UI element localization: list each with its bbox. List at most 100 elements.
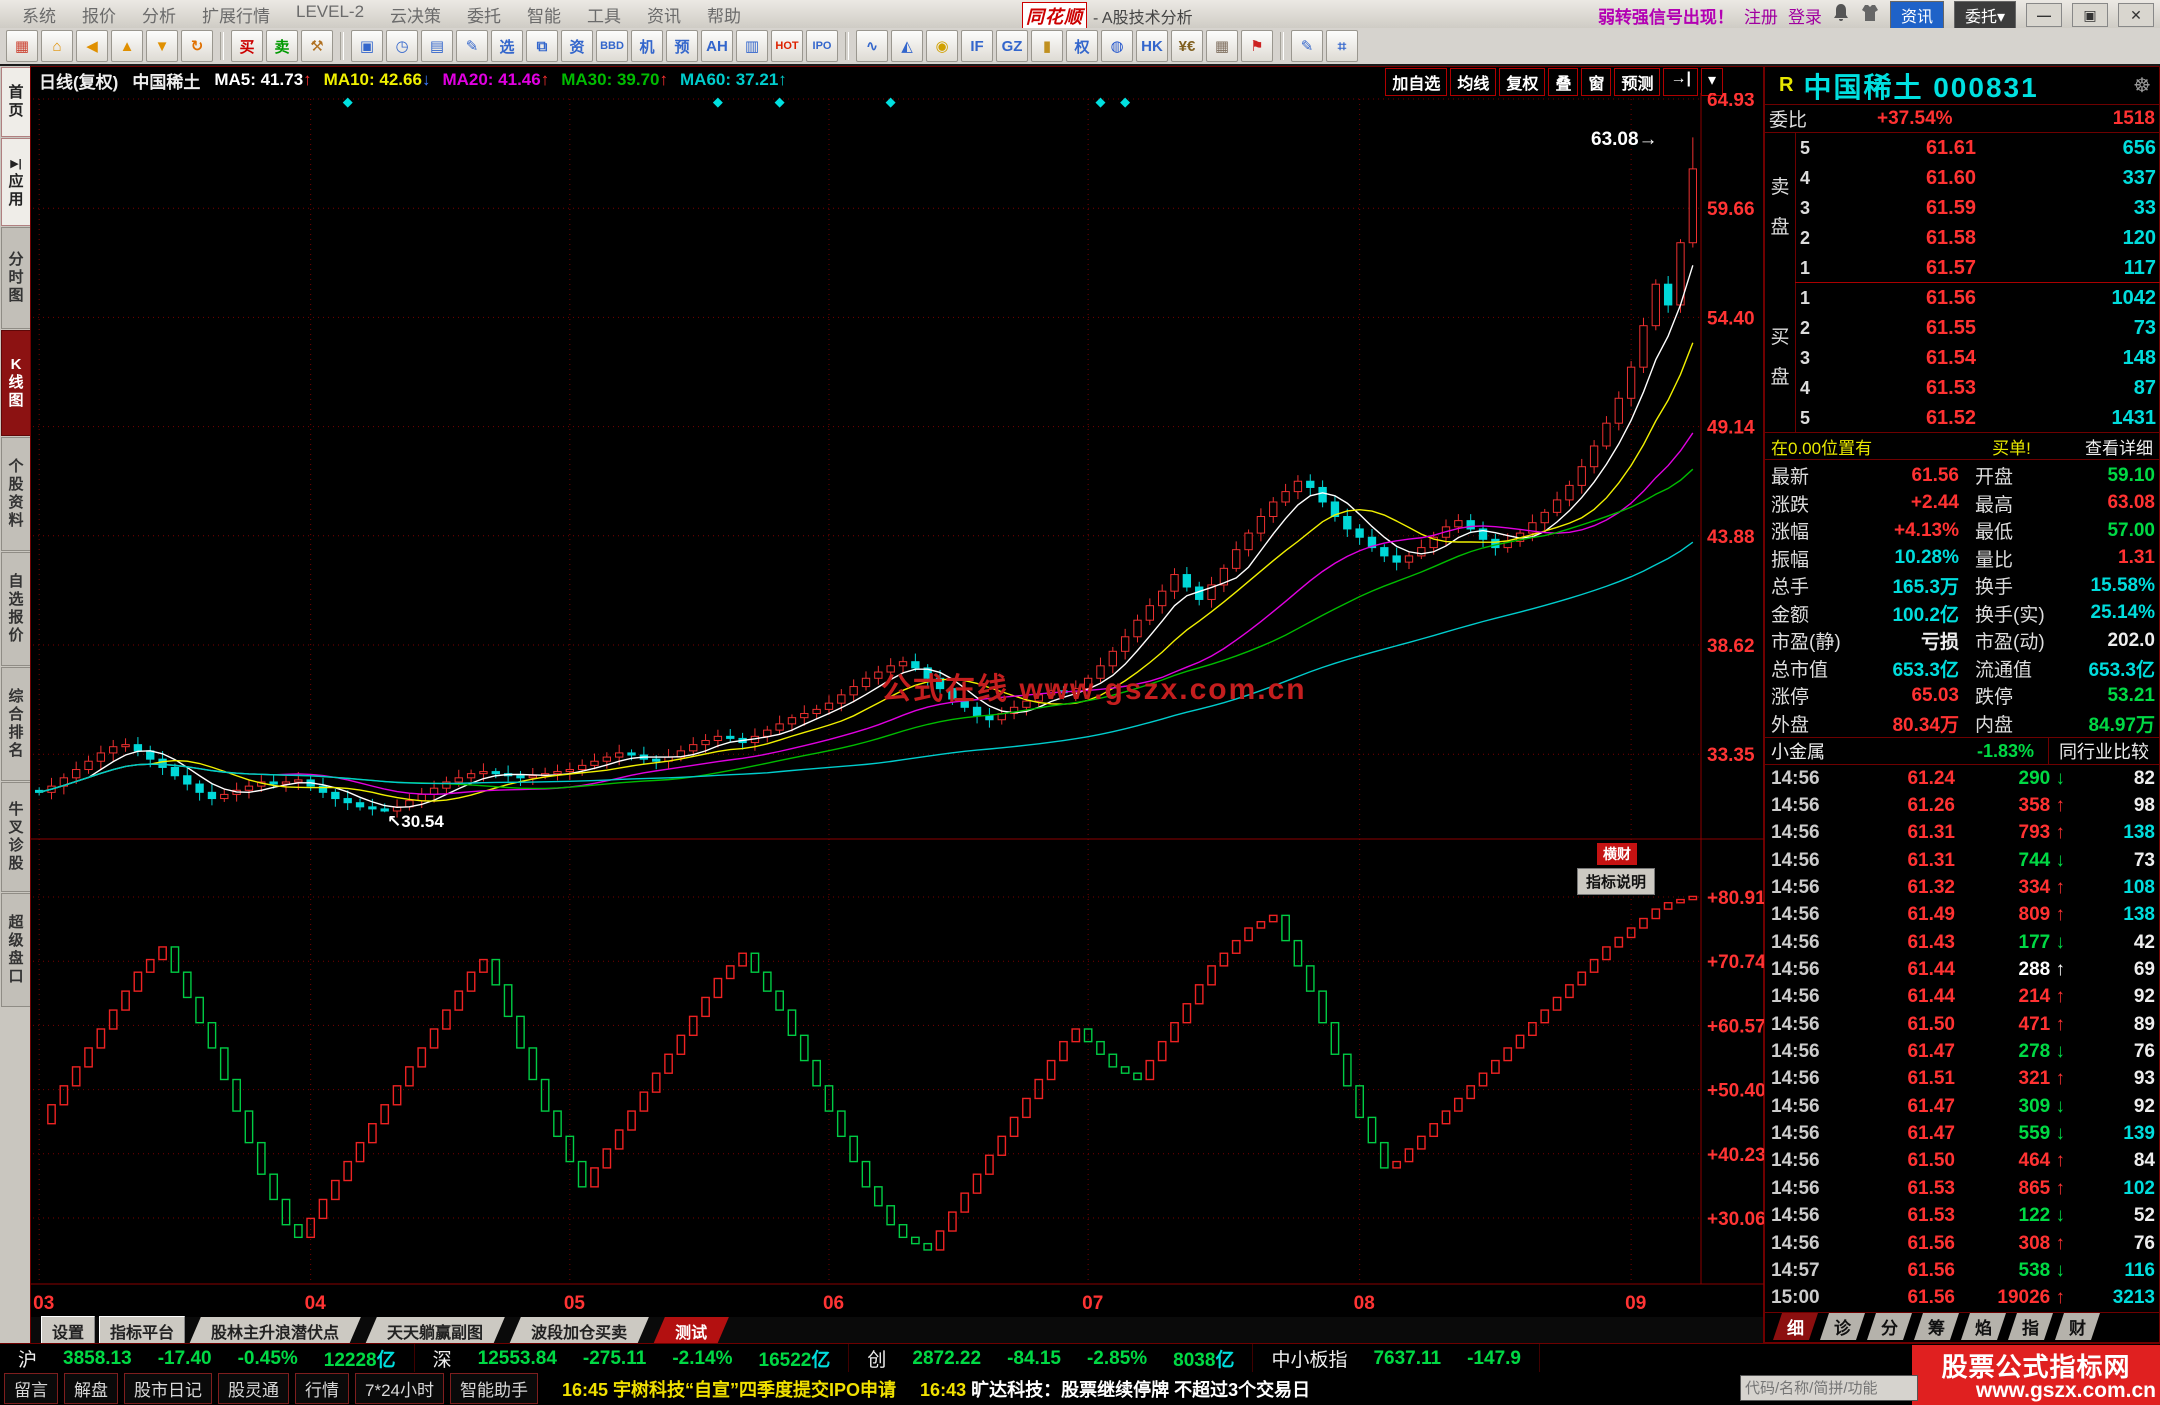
- bbd-icon[interactable]: BBD: [596, 30, 628, 62]
- buy-row[interactable]: 2 61.55 73: [1796, 313, 2160, 343]
- calculator-icon[interactable]: ⌗: [1326, 30, 1358, 62]
- sidebar-item-K线图[interactable]: K线图: [1, 330, 31, 436]
- news-item[interactable]: 16:43 旷达科技：股票继续停牌 不超过3个交易日: [920, 1376, 1310, 1402]
- bottom-button-7*24小时[interactable]: 7*24小时: [355, 1373, 444, 1404]
- gold-icon[interactable]: ▮: [1031, 30, 1063, 62]
- select-icon[interactable]: 选: [491, 30, 523, 62]
- vest-icon[interactable]: [1860, 3, 1880, 28]
- bank-icon[interactable]: ▦: [1206, 30, 1238, 62]
- tick-row[interactable]: 14:56 61.50 464 ↑ 84: [1765, 1148, 2159, 1175]
- menu-item-帮助[interactable]: 帮助: [695, 0, 753, 29]
- chart-button-预测[interactable]: 预测: [1614, 68, 1661, 96]
- menu-item-报价[interactable]: 报价: [70, 0, 128, 29]
- chart-tab-测试[interactable]: 测试: [653, 1317, 729, 1345]
- minimize-button[interactable]: —: [2026, 3, 2062, 27]
- sidebar-item-综合排名[interactable]: 综合排名: [1, 667, 31, 781]
- hk-icon[interactable]: HK: [1136, 30, 1168, 62]
- formula-edit-icon[interactable]: ✎: [1291, 30, 1323, 62]
- forex-icon[interactable]: ¥€: [1171, 30, 1203, 62]
- favorites-icon[interactable]: ▣: [351, 30, 383, 62]
- sell-row[interactable]: 5 61.61 656: [1796, 133, 2160, 163]
- tick-row[interactable]: 14:56 61.53 865 ↑ 102: [1765, 1175, 2159, 1202]
- chart-button-窗[interactable]: 窗: [1581, 68, 1612, 96]
- sell-row[interactable]: 4 61.60 337: [1796, 163, 2160, 193]
- sell-row[interactable]: 2 61.58 120: [1796, 223, 2160, 253]
- sidebar-item-超级盘口[interactable]: 超级盘口: [1, 893, 31, 1007]
- tick-row[interactable]: 14:56 61.24 290 ↓ 82: [1765, 765, 2159, 792]
- down-icon[interactable]: ▼: [146, 30, 178, 62]
- gear-icon[interactable]: ☸: [2133, 73, 2151, 98]
- panel-tab-筹[interactable]: 筹: [1914, 1313, 1959, 1340]
- tick-row[interactable]: 15:00 61.56 19026 ↑ 3213: [1765, 1285, 2159, 1312]
- menu-item-智能[interactable]: 智能: [515, 0, 573, 29]
- signal-alert[interactable]: 弱转强信号出现！: [1598, 3, 1734, 28]
- buy-icon[interactable]: 买: [231, 30, 263, 62]
- login-link[interactable]: 登录: [1788, 3, 1822, 28]
- gz-icon[interactable]: GZ: [996, 30, 1028, 62]
- hot-icon[interactable]: HOT: [771, 30, 803, 62]
- bottom-button-股灵通[interactable]: 股灵通: [218, 1373, 289, 1404]
- ipo-icon[interactable]: IPO: [806, 30, 838, 62]
- chart-tab-天天躺赢副图[interactable]: 天天躺赢副图: [365, 1317, 505, 1345]
- tick-row[interactable]: 14:56 61.32 334 ↑ 108: [1765, 874, 2159, 901]
- menu-item-资讯[interactable]: 资讯: [635, 0, 693, 29]
- tick-row[interactable]: 14:56 61.44 288 ↑ 69: [1765, 956, 2159, 983]
- info-icon[interactable]: 资: [561, 30, 593, 62]
- tick-row[interactable]: 14:56 61.47 278 ↓ 76: [1765, 1038, 2159, 1065]
- bottom-button-留言[interactable]: 留言: [4, 1373, 58, 1404]
- if-icon[interactable]: IF: [961, 30, 993, 62]
- buy-row[interactable]: 5 61.52 1431: [1796, 403, 2160, 433]
- tick-row[interactable]: 14:56 61.44 214 ↑ 92: [1765, 984, 2159, 1011]
- machine-icon[interactable]: 机: [631, 30, 663, 62]
- forecast-icon[interactable]: 预: [666, 30, 698, 62]
- index-沪[interactable]: 沪 3858.13 -17.40 -0.45% 12228亿: [0, 1344, 415, 1373]
- ah-icon[interactable]: AH: [701, 30, 733, 62]
- chart-button-→|[interactable]: →|: [1663, 68, 1698, 96]
- clock-icon[interactable]: ◷: [386, 30, 418, 62]
- tick-row[interactable]: 14:57 61.56 538 ↓ 116: [1765, 1257, 2159, 1284]
- panel-tab-焰[interactable]: 焰: [1961, 1313, 2006, 1340]
- menu-item-云决策[interactable]: 云决策: [378, 0, 453, 29]
- register-link[interactable]: 注册: [1744, 3, 1778, 28]
- menu-item-系统[interactable]: 系统: [10, 0, 68, 29]
- tick-row[interactable]: 14:56 61.50 471 ↑ 89: [1765, 1011, 2159, 1038]
- tick-row[interactable]: 14:56 61.31 744 ↓ 73: [1765, 847, 2159, 874]
- tick-row[interactable]: 14:56 61.53 122 ↓ 52: [1765, 1203, 2159, 1230]
- tick-row[interactable]: 14:56 61.56 308 ↑ 76: [1765, 1230, 2159, 1257]
- up-icon[interactable]: ▲: [111, 30, 143, 62]
- tick-row[interactable]: 14:56 61.49 809 ↑ 138: [1765, 902, 2159, 929]
- chart-button-复权[interactable]: 复权: [1499, 68, 1546, 96]
- menu-item-扩展行情[interactable]: 扩展行情: [190, 0, 282, 29]
- industry-name[interactable]: 小金属: [1771, 738, 1825, 764]
- index-深[interactable]: 深 12553.84 -275.11 -2.14% 16522亿: [415, 1344, 850, 1373]
- sidebar-item-应用[interactable]: ▶| 应用: [1, 138, 31, 226]
- buy-row[interactable]: 3 61.54 148: [1796, 343, 2160, 373]
- report-icon[interactable]: ▤: [421, 30, 453, 62]
- buy-row[interactable]: 1 61.56 1042: [1796, 283, 2160, 313]
- index-中小板指[interactable]: 中小板指 7637.11 -147.9: [1253, 1344, 1540, 1373]
- menu-item-委托[interactable]: 委托: [455, 0, 513, 29]
- kline-chart[interactable]: 64.93 59.66 54.40 49.14 43.88 38.62 33.35 +80.9…: [31, 93, 1765, 1317]
- bottom-button-智能助手[interactable]: 智能助手: [449, 1373, 538, 1404]
- chart-button-▾[interactable]: ▾: [1700, 68, 1723, 96]
- menu-item-工具[interactable]: 工具: [575, 0, 633, 29]
- restore-button[interactable]: ▣: [2072, 3, 2108, 27]
- tick-row[interactable]: 14:56 61.47 309 ↓ 92: [1765, 1093, 2159, 1120]
- weituo-button[interactable]: 委托▾: [1953, 1, 2016, 29]
- edit-icon[interactable]: ✎: [456, 30, 488, 62]
- back-icon[interactable]: ◀: [76, 30, 108, 62]
- bell-icon[interactable]: [1832, 3, 1850, 28]
- bottom-button-解盘[interactable]: 解盘: [64, 1373, 118, 1404]
- trend-icon[interactable]: ◭: [891, 30, 923, 62]
- panel-tab-指[interactable]: 指: [2008, 1313, 2053, 1340]
- chart-tab-设置[interactable]: 设置: [41, 1315, 96, 1346]
- tick-row[interactable]: 14:56 61.43 177 ↓ 42: [1765, 929, 2159, 956]
- tick-row[interactable]: 14:56 61.51 321 ↑ 93: [1765, 1066, 2159, 1093]
- panel-tab-分[interactable]: 分: [1867, 1313, 1912, 1340]
- industry-compare-link[interactable]: 同行业比较: [2048, 738, 2159, 764]
- tick-list[interactable]: 14:56 61.24 290 ↓ 82 14:56 61.26 358 ↑ 98 14:56 6…: [1765, 765, 2159, 1313]
- tick-row[interactable]: 14:56 61.26 358 ↑ 98: [1765, 792, 2159, 819]
- index-创[interactable]: 创 2872.22 -84.15 -2.85% 8038亿: [849, 1344, 1254, 1373]
- indicator-help-button[interactable]: 指标说明: [1577, 868, 1656, 895]
- chart-period[interactable]: 日线(复权): [39, 68, 118, 93]
